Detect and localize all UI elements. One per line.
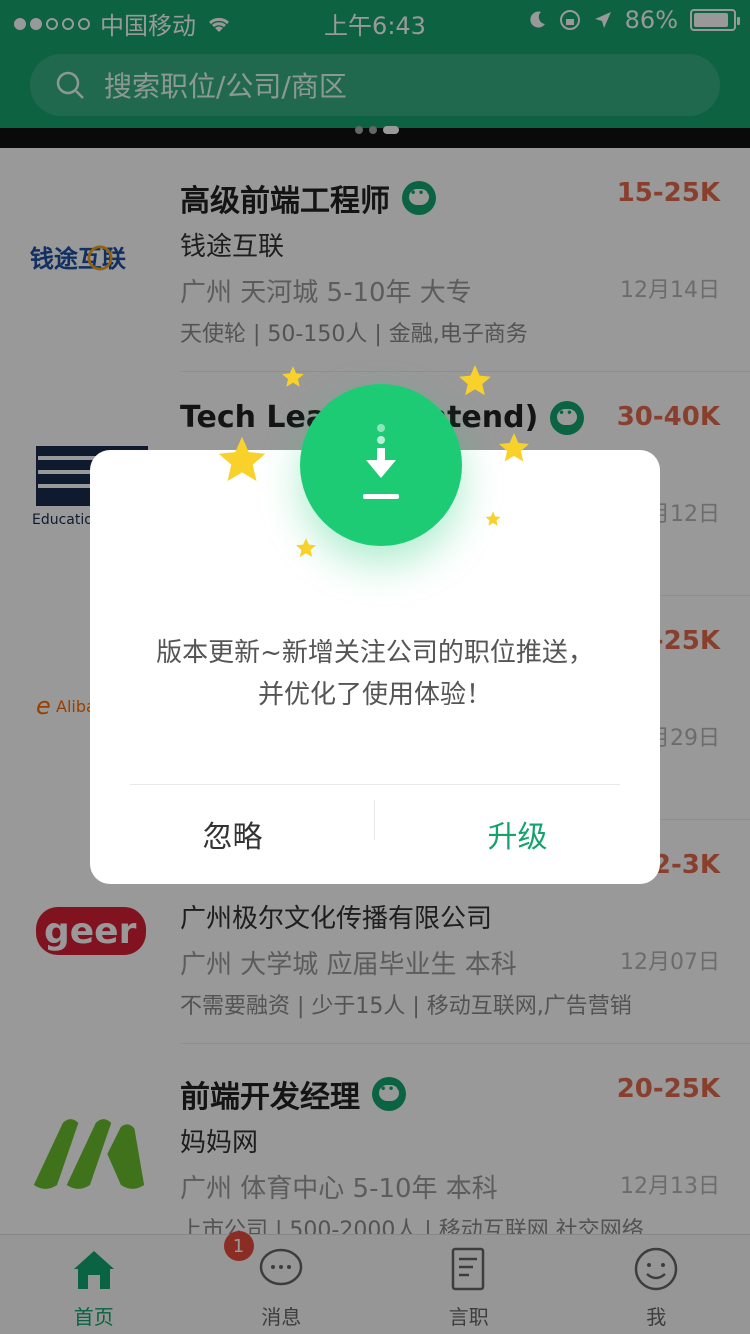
ignore-button[interactable]: 忽略	[90, 784, 375, 884]
upgrade-button[interactable]: 升级	[375, 784, 660, 884]
star-icon	[485, 511, 501, 526]
update-message: 版本更新~新增关注公司的职位推送，并优化了使用体验！	[156, 638, 594, 710]
star-icon	[282, 366, 304, 387]
star-icon	[296, 538, 316, 557]
star-icon	[218, 436, 266, 481]
star-icon	[499, 433, 529, 462]
star-icon	[459, 365, 491, 396]
download-icon	[300, 384, 462, 546]
